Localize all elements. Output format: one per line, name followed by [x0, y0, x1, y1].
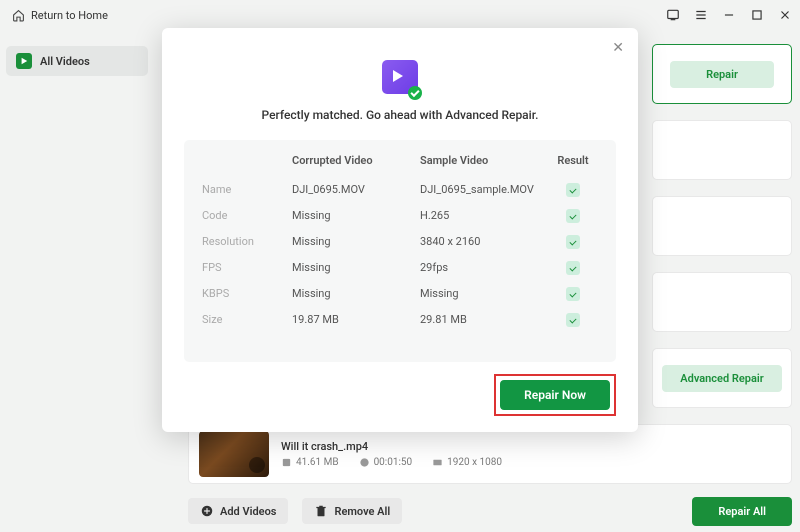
row-label: Size	[202, 313, 292, 327]
return-home-button[interactable]: Return to Home	[12, 9, 108, 22]
menu-icon[interactable]	[694, 8, 708, 22]
row-sample: DJI_0695_sample.MOV	[420, 183, 548, 197]
row-sample: 29.81 MB	[420, 313, 548, 327]
video-card-selected: Repair	[652, 44, 792, 104]
row-result	[548, 183, 598, 197]
close-icon[interactable]: ✕	[612, 40, 624, 56]
repair-all-button[interactable]: Repair All	[692, 497, 792, 526]
video-size: 41.61 MB	[281, 457, 339, 468]
row-result	[548, 287, 598, 301]
video-card: Advanced Repair	[652, 348, 792, 408]
video-card[interactable]	[652, 272, 792, 332]
advanced-repair-modal: ✕ Perfectly matched. Go ahead with Advan…	[162, 28, 638, 432]
row-label: Resolution	[202, 235, 292, 249]
modal-message: Perfectly matched. Go ahead with Advance…	[184, 108, 616, 122]
plus-circle-icon	[200, 504, 214, 518]
row-result	[548, 235, 598, 249]
video-card[interactable]	[652, 196, 792, 256]
video-thumbnail	[199, 431, 269, 477]
modal-hero-icon	[184, 58, 616, 98]
video-title: Will it crash_.mp4	[281, 440, 502, 453]
table-row: ResolutionMissing3840 x 2160	[202, 229, 598, 255]
table-row: NameDJI_0695.MOVDJI_0695_sample.MOV	[202, 177, 598, 203]
col-sample: Sample Video	[420, 154, 548, 167]
row-sample: 3840 x 2160	[420, 235, 548, 249]
maximize-icon[interactable]	[750, 8, 764, 22]
row-result	[548, 209, 598, 223]
row-sample: 29fps	[420, 261, 548, 275]
video-icon	[16, 53, 32, 69]
check-icon	[566, 313, 580, 327]
add-videos-button[interactable]: Add Videos	[188, 498, 288, 524]
row-corrupted: DJI_0695.MOV	[292, 183, 420, 197]
row-label: Code	[202, 209, 292, 223]
repair-now-highlight: Repair Now	[494, 374, 616, 416]
check-icon	[566, 209, 580, 223]
check-icon	[566, 235, 580, 249]
row-corrupted: Missing	[292, 235, 420, 249]
remove-all-button[interactable]: Remove All	[302, 498, 402, 524]
row-corrupted: 19.87 MB	[292, 313, 420, 327]
table-row: CodeMissingH.265	[202, 203, 598, 229]
check-icon	[566, 287, 580, 301]
video-card[interactable]	[652, 120, 792, 180]
row-sample: H.265	[420, 209, 548, 223]
table-row: KBPSMissingMissing	[202, 281, 598, 307]
video-resolution: 1920 x 1080	[432, 457, 502, 468]
sidebar-item-all-videos[interactable]: All Videos	[6, 46, 148, 76]
footer: Add Videos Remove All Repair All	[188, 496, 792, 526]
sidebar-item-label: All Videos	[40, 55, 90, 68]
repair-button[interactable]: Repair	[670, 61, 774, 88]
check-icon	[566, 261, 580, 275]
feedback-icon[interactable]	[666, 8, 680, 22]
return-home-label: Return to Home	[31, 9, 108, 22]
advanced-repair-button[interactable]: Advanced Repair	[662, 365, 781, 392]
repair-now-button[interactable]: Repair Now	[500, 380, 610, 410]
close-window-icon[interactable]	[778, 8, 792, 22]
row-result	[548, 313, 598, 327]
row-label: FPS	[202, 261, 292, 275]
sidebar: All Videos	[6, 46, 148, 76]
video-row[interactable]: Will it crash_.mp4 41.61 MB 00:01:50 192…	[188, 424, 792, 484]
titlebar: Return to Home	[0, 0, 800, 30]
minimize-icon[interactable]	[722, 8, 736, 22]
home-icon	[12, 9, 25, 22]
col-result: Result	[548, 154, 598, 167]
row-label: Name	[202, 183, 292, 197]
col-corrupted: Corrupted Video	[292, 154, 420, 167]
window-controls	[666, 8, 792, 22]
check-icon	[566, 183, 580, 197]
video-duration: 00:01:50	[359, 457, 413, 468]
video-info: Will it crash_.mp4 41.61 MB 00:01:50 192…	[281, 440, 502, 468]
row-corrupted: Missing	[292, 209, 420, 223]
trash-icon	[314, 504, 328, 518]
row-sample: Missing	[420, 287, 548, 301]
table-row: FPSMissing29fps	[202, 255, 598, 281]
row-label: KBPS	[202, 287, 292, 301]
row-corrupted: Missing	[292, 287, 420, 301]
comparison-table: Corrupted Video Sample Video Result Name…	[184, 140, 616, 362]
row-result	[548, 261, 598, 275]
row-corrupted: Missing	[292, 261, 420, 275]
table-row: Size19.87 MB29.81 MB	[202, 307, 598, 333]
